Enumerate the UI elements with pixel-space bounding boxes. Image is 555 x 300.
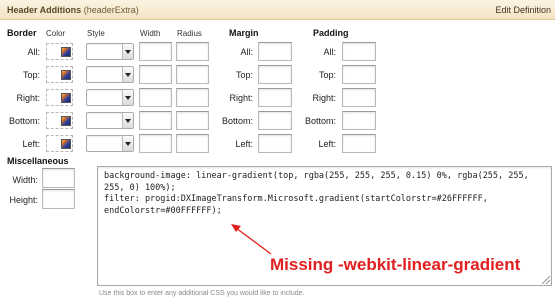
border-width-top[interactable] <box>139 65 172 84</box>
border-style-header: Style <box>87 29 105 38</box>
border-color-right[interactable] <box>46 89 73 106</box>
border-width-right[interactable] <box>139 88 172 107</box>
header-bar: Header Additions (headerExtra) Edit Defi… <box>0 0 555 20</box>
margin-bottom[interactable] <box>258 111 292 130</box>
misc-title: Miscellaneous <box>7 156 69 166</box>
color-picker-icon <box>61 139 71 149</box>
border-color-left[interactable] <box>46 135 73 152</box>
padding-bottom[interactable] <box>342 111 376 130</box>
margin-top[interactable] <box>258 65 292 84</box>
color-picker-icon <box>61 116 71 126</box>
border-radius-left[interactable] <box>176 134 209 153</box>
border-width-all[interactable] <box>139 42 172 61</box>
color-picker-icon <box>61 93 71 103</box>
border-style-bottom[interactable] <box>86 112 134 129</box>
padding-left[interactable] <box>342 134 376 153</box>
border-label-bottom: Bottom: <box>8 116 40 126</box>
misc-width-label: Width: <box>12 175 38 185</box>
misc-height-label: Height: <box>9 195 38 205</box>
border-width-left[interactable] <box>139 134 172 153</box>
padding-label-all: All: <box>323 47 336 57</box>
border-label-right: Right: <box>16 93 40 103</box>
panel-title-text: Header Additions <box>7 5 82 15</box>
chevron-down-icon <box>122 67 133 82</box>
color-picker-icon <box>61 70 71 80</box>
border-width-bottom[interactable] <box>139 111 172 130</box>
border-style-left[interactable] <box>86 135 134 152</box>
misc-width-input[interactable] <box>42 168 75 188</box>
resize-grip-icon[interactable] <box>542 276 550 284</box>
border-color-bottom[interactable] <box>46 112 73 129</box>
chevron-down-icon <box>122 136 133 151</box>
annotation-arrow-icon <box>231 224 272 255</box>
border-label-all: All: <box>27 47 40 57</box>
border-radius-header: Radius <box>177 29 202 38</box>
additional-css-text: background-image: linear-gradient(top, r… <box>104 171 529 216</box>
padding-top[interactable] <box>342 65 376 84</box>
edit-definition-link[interactable]: Edit Definition <box>495 5 551 15</box>
annotation-text: Missing -webkit-linear-gradient <box>270 255 521 274</box>
padding-title: Padding <box>313 28 349 38</box>
margin-label-all: All: <box>240 47 253 57</box>
padding-label-left: Left: <box>318 139 336 149</box>
chevron-down-icon <box>122 113 133 128</box>
padding-label-top: Top: <box>318 70 336 80</box>
margin-label-left: Left: <box>235 139 253 149</box>
margin-left[interactable] <box>258 134 292 153</box>
border-radius-top[interactable] <box>176 65 209 84</box>
margin-title: Margin <box>229 28 259 38</box>
border-radius-bottom[interactable] <box>176 111 209 130</box>
border-style-top[interactable] <box>86 66 134 83</box>
chevron-down-icon <box>122 44 133 59</box>
border-width-header: Width <box>140 29 161 38</box>
border-color-top[interactable] <box>46 66 73 83</box>
border-radius-right[interactable] <box>176 88 209 107</box>
padding-right[interactable] <box>342 88 376 107</box>
margin-all[interactable] <box>258 42 292 61</box>
padding-label-bottom: Bottom: <box>304 116 336 126</box>
css-hint-text: Use this box to enter any additional CSS… <box>99 290 305 297</box>
panel-title: Header Additions (headerExtra) <box>7 5 139 15</box>
border-label-left: Left: <box>22 139 40 149</box>
border-style-all[interactable] <box>86 43 134 60</box>
misc-height-input[interactable] <box>42 189 75 209</box>
border-color-all[interactable] <box>46 43 73 60</box>
padding-label-right: Right: <box>312 93 336 103</box>
color-picker-icon <box>61 47 71 57</box>
chevron-down-icon <box>122 90 133 105</box>
padding-all[interactable] <box>342 42 376 61</box>
margin-label-right: Right: <box>229 93 253 103</box>
border-radius-all[interactable] <box>176 42 209 61</box>
border-title: Border <box>7 28 37 38</box>
margin-right[interactable] <box>258 88 292 107</box>
border-color-header: Color <box>46 29 66 38</box>
margin-label-top: Top: <box>235 70 253 80</box>
border-label-top: Top: <box>22 70 40 80</box>
border-style-right[interactable] <box>86 89 134 106</box>
panel-subtitle: (headerExtra) <box>83 5 139 15</box>
margin-label-bottom: Bottom: <box>221 116 253 126</box>
